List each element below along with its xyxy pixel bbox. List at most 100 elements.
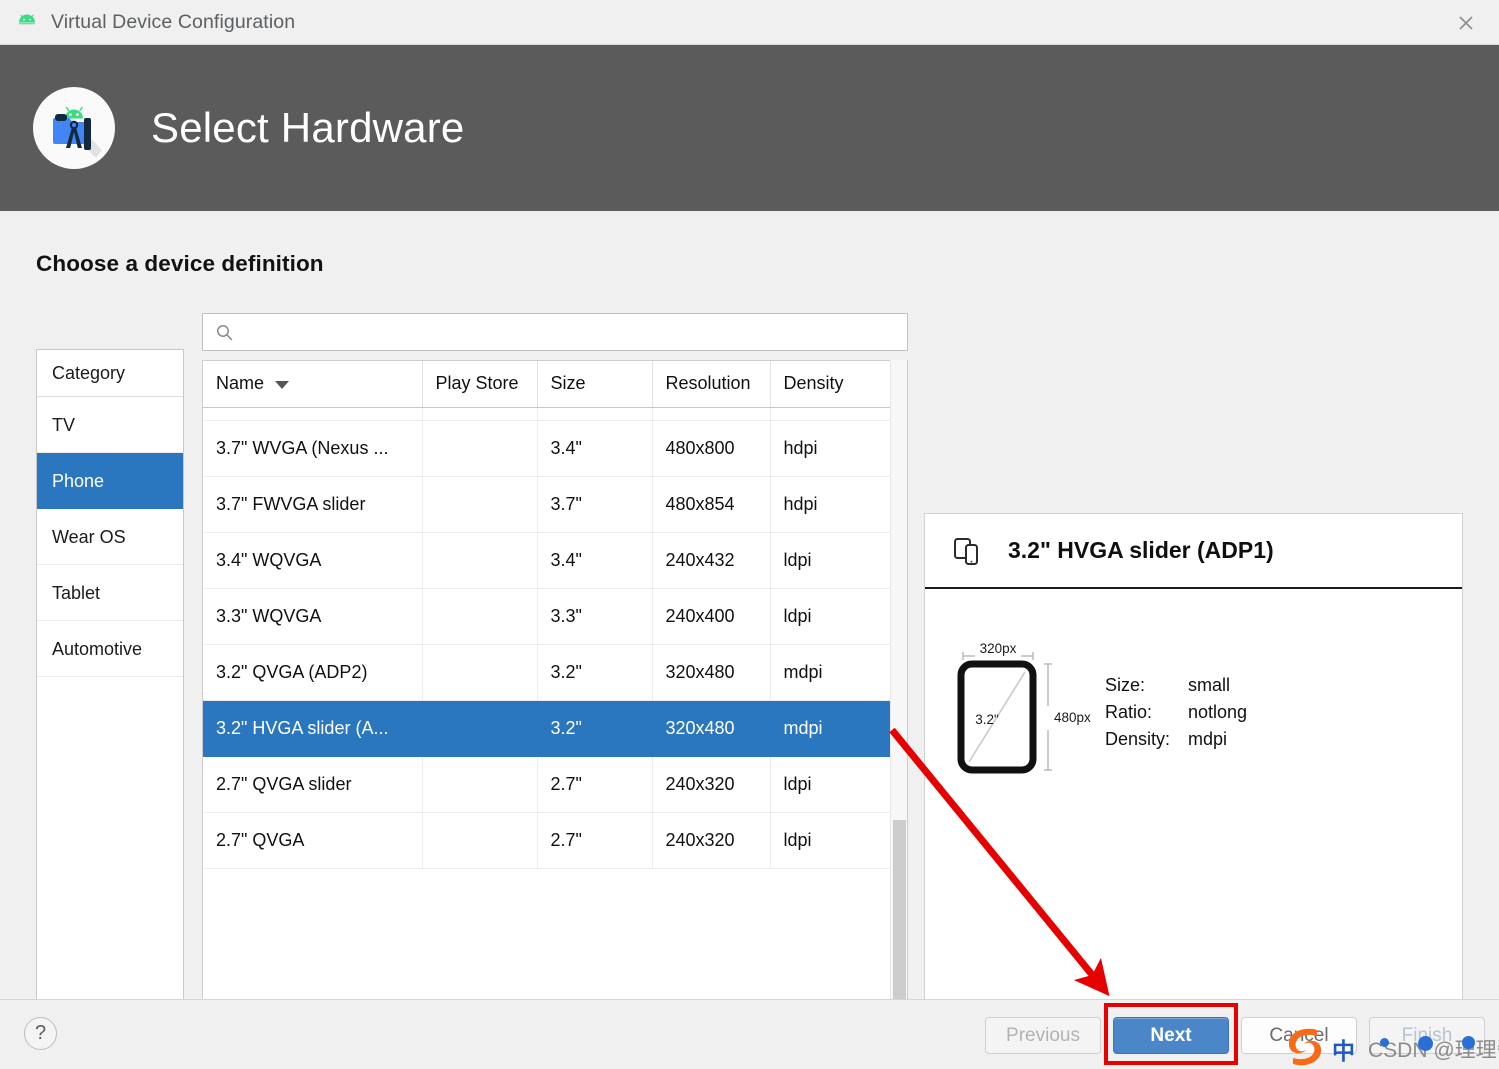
preview-header: 3.2" HVGA slider (ADP1) [925, 514, 1462, 589]
table-row[interactable]: 3.2" QVGA (ADP2) 3.2" 320x480 mdpi [203, 644, 907, 701]
device-table-panel: Name Play Store Size Resolution Density [202, 313, 908, 1056]
cancel-button[interactable]: Cancel [1241, 1017, 1357, 1054]
cell-play-store [422, 532, 538, 589]
wizard-banner: Select Hardware [0, 45, 1499, 211]
cell-density: ldpi [770, 756, 907, 813]
spec-size-value: small [1188, 675, 1231, 695]
device-preview-panel: 3.2" HVGA slider (ADP1) 320px 3.2" 480px… [924, 513, 1463, 1069]
category-panel: Category TV Phone Wear OS Tablet Automot… [36, 349, 184, 1056]
category-item-wear-os[interactable]: Wear OS [37, 509, 183, 565]
table-row-selected[interactable]: 3.2" HVGA slider (A... 3.2" 320x480 mdpi [203, 700, 907, 757]
spec-ratio-value: notlong [1188, 702, 1248, 722]
cell-resolution: 320x480 [652, 700, 771, 757]
cell-resolution: 240x400 [652, 588, 771, 645]
cell-density: ldpi [770, 588, 907, 645]
spec-density-value: mdpi [1188, 729, 1228, 749]
column-header-play-store[interactable]: Play Store [422, 361, 538, 408]
cell-density: ldpi [770, 812, 907, 869]
cell-name: 3.3" WQVGA [203, 588, 423, 645]
cell-play-store [422, 588, 538, 645]
cell-name: 3.7" FWVGA slider [203, 476, 423, 533]
cell-size: 2.7" [537, 756, 653, 813]
cell-size: 3.4" [537, 420, 653, 477]
device-width-label: 320px [980, 641, 1017, 656]
table-row-partial[interactable] [203, 407, 907, 421]
table-row[interactable]: 2.7" QVGA 2.7" 240x320 ldpi [203, 812, 907, 869]
category-header: Category [37, 350, 183, 397]
spec-ratio: Ratio: notlong [1105, 699, 1247, 726]
preview-title: 3.2" HVGA slider (ADP1) [1008, 537, 1274, 563]
spec-size: Size: small [1105, 672, 1247, 699]
device-specs: Size: small Ratio: notlong Density: mdpi [1105, 672, 1247, 753]
window-title: Virtual Device Configuration [51, 10, 296, 33]
section-title: Choose a device definition [36, 251, 324, 276]
search-icon [216, 324, 233, 341]
search-input[interactable] [241, 315, 899, 349]
table-row[interactable]: 3.3" WQVGA 3.3" 240x400 ldpi [203, 588, 907, 645]
column-header-name[interactable]: Name [203, 361, 423, 408]
cell-resolution: 240x432 [652, 532, 771, 589]
spec-density: Density: mdpi [1105, 726, 1247, 753]
cell-resolution: 480x854 [652, 476, 771, 533]
help-icon[interactable]: ? [24, 1017, 57, 1050]
cell-size: 2.7" [537, 812, 653, 869]
cell-play-store [422, 700, 538, 757]
category-item-automotive[interactable]: Automotive [37, 621, 183, 677]
spec-ratio-key: Ratio: [1105, 702, 1153, 722]
spec-size-key: Size: [1105, 675, 1146, 695]
category-item-tablet[interactable]: Tablet [37, 565, 183, 621]
table-vertical-scrollbar[interactable] [890, 360, 907, 1056]
cell-name: 3.7" WVGA (Nexus ... [203, 420, 423, 477]
cell-resolution: 480x800 [652, 420, 771, 477]
cell-resolution: 320x480 [652, 644, 771, 701]
cell-density: mdpi [770, 700, 907, 757]
page-title: Select Hardware [151, 104, 465, 151]
finish-button[interactable]: Finish [1369, 1017, 1485, 1054]
chevron-down-icon [275, 380, 290, 389]
device-table-scroll: Name Play Store Size Resolution Density [202, 360, 908, 1056]
cell-name: 3.4" WQVGA [203, 532, 423, 589]
virtual-device-configuration-window: Virtual Device Configuration Select Hard… [0, 0, 1499, 1069]
column-header-resolution[interactable]: Resolution [652, 361, 771, 408]
device-height-label: 480px [1054, 710, 1091, 725]
cell-play-store [422, 644, 538, 701]
cell-size: 3.3" [537, 588, 653, 645]
table-row[interactable]: 3.4" WQVGA 3.4" 240x432 ldpi [203, 532, 907, 589]
next-button[interactable]: Next [1113, 1017, 1229, 1054]
cell-size: 3.2" [537, 700, 653, 757]
cell-resolution: 240x320 [652, 812, 771, 869]
table-row[interactable]: 3.7" FWVGA slider 3.7" 480x854 hdpi [203, 476, 907, 533]
wizard-body: Choose a device definition Category TV P… [0, 211, 1499, 1069]
cell-name: 3.2" HVGA slider (A... [203, 700, 423, 757]
cell-play-store [422, 812, 538, 869]
cell-density: hdpi [770, 476, 907, 533]
cell-name: 3.2" QVGA (ADP2) [203, 644, 423, 701]
category-item-phone[interactable]: Phone [37, 453, 183, 509]
device-table: Name Play Store Size Resolution Density [203, 361, 907, 869]
android-icon [14, 9, 40, 35]
table-header-row: Name Play Store Size Resolution Density [203, 361, 907, 408]
device-diagonal-label: 3.2" [975, 712, 999, 727]
table-row[interactable]: 3.7" WVGA (Nexus ... 3.4" 480x800 hdpi [203, 420, 907, 477]
cell-play-store [422, 420, 538, 477]
column-header-name-label: Name [216, 373, 265, 394]
category-item-tv[interactable]: TV [37, 397, 183, 453]
cell-play-store [422, 476, 538, 533]
close-icon[interactable] [1451, 8, 1481, 38]
wizard-footer: ? Previous Next Cancel Finish [0, 999, 1499, 1069]
cell-density: mdpi [770, 644, 907, 701]
cell-play-store [422, 756, 538, 813]
previous-button[interactable]: Previous [985, 1017, 1101, 1054]
column-header-density[interactable]: Density [770, 361, 907, 408]
cell-size: 3.2" [537, 644, 653, 701]
android-studio-logo [33, 87, 115, 169]
cell-size: 3.4" [537, 532, 653, 589]
table-row[interactable]: 2.7" QVGA slider 2.7" 240x320 ldpi [203, 756, 907, 813]
cell-name: 2.7" QVGA slider [203, 756, 423, 813]
column-header-size[interactable]: Size [537, 361, 653, 408]
cell-size: 3.7" [537, 476, 653, 533]
cell-density: hdpi [770, 420, 907, 477]
cell-density: ldpi [770, 532, 907, 589]
search-box[interactable] [202, 313, 908, 351]
spec-density-key: Density: [1105, 729, 1171, 749]
